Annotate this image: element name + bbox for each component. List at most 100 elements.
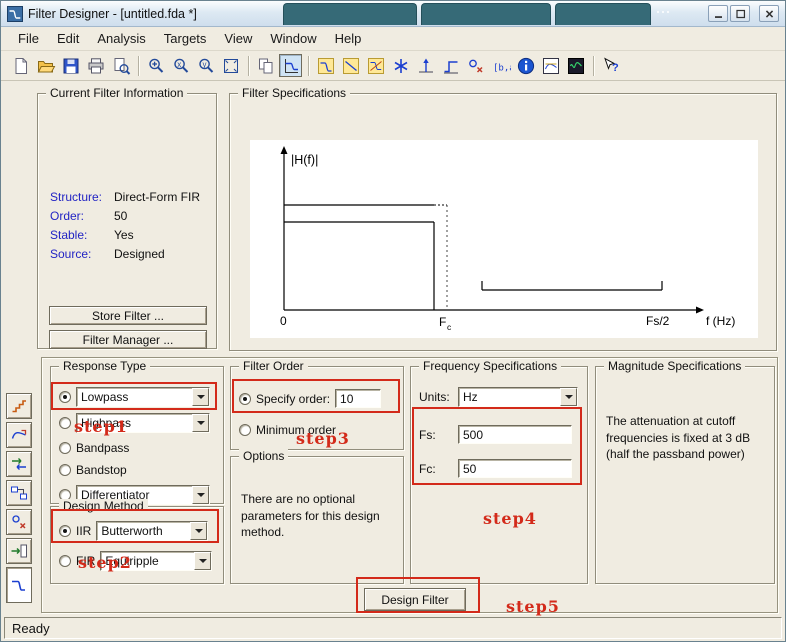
multirate-filter-button[interactable] [6, 451, 32, 477]
bandstop-radio[interactable] [59, 464, 71, 476]
set-quantization-parameters-button[interactable] [6, 393, 32, 419]
store-filter-button[interactable]: Store Filter ... [49, 306, 207, 325]
pole-zero-plot-icon[interactable] [464, 54, 487, 77]
print-preview-icon[interactable] [109, 54, 132, 77]
menu-analysis[interactable]: Analysis [88, 28, 154, 49]
magnitude-phase-response-icon[interactable] [364, 54, 387, 77]
chevron-down-icon[interactable] [560, 388, 577, 406]
iir-radio[interactable] [59, 525, 71, 537]
phase-response-icon[interactable] [339, 54, 362, 77]
zoom-y-icon[interactable]: y [194, 54, 217, 77]
order-input[interactable] [335, 389, 382, 408]
print-icon[interactable] [84, 54, 107, 77]
current-filter-info-panel: Current Filter Information Structure: Dir… [37, 86, 217, 349]
design-method-iir: IIR Butterworth [59, 521, 209, 541]
main-content: Current Filter Information Structure: Dir… [1, 81, 785, 615]
zoom-x-icon[interactable]: x [169, 54, 192, 77]
response-option-lowpass: Lowpass [59, 387, 210, 407]
panel-title: Filter Order [239, 359, 308, 373]
menu-help[interactable]: Help [326, 28, 371, 49]
combobox-value: Hz [463, 390, 478, 404]
full-view-icon[interactable] [219, 54, 242, 77]
whats-this-help-icon[interactable]: ? [599, 54, 622, 77]
chevron-down-icon[interactable] [192, 486, 209, 504]
menu-view[interactable]: View [215, 28, 261, 49]
filter-specifications-panel: Filter Specifications |H(f)| 0 F c Fs/2 … [229, 86, 777, 351]
filter-coefficients-icon[interactable]: [b,a] [489, 54, 512, 77]
menu-edit[interactable]: Edit [48, 28, 88, 49]
tick-zero: 0 [280, 314, 287, 328]
chevron-down-icon[interactable] [192, 414, 209, 432]
new-document-icon[interactable] [9, 54, 32, 77]
filter-specifications-icon[interactable] [279, 54, 302, 77]
filter-info-label: Structure: [50, 190, 103, 204]
panel-title: Filter Specifications [238, 86, 351, 100]
design-filter-button[interactable]: Design Filter [364, 588, 466, 611]
fs-input[interactable] [458, 425, 572, 444]
bandpass-radio[interactable] [59, 442, 71, 454]
combobox-value: Lowpass [81, 390, 129, 404]
tick-fc-sub: c [447, 322, 452, 332]
menu-targets[interactable]: Targets [155, 28, 216, 49]
iir-method-combobox[interactable]: Butterworth [96, 521, 209, 541]
filter-manager-button[interactable]: Filter Manager ... [49, 330, 207, 349]
close-button[interactable] [759, 5, 779, 22]
step-response-icon[interactable] [439, 54, 462, 77]
response-option-bandstop: Bandstop [59, 463, 127, 477]
background-window-tab [421, 3, 551, 25]
sptool-icon[interactable] [564, 54, 587, 77]
toolbar-separator [138, 55, 140, 76]
field-label: Units: [419, 390, 450, 404]
transform-filter-button[interactable] [6, 422, 32, 448]
design-method-fir: FIR Equiripple [59, 551, 213, 571]
chevron-down-icon[interactable] [190, 522, 208, 540]
design-filter-panel-button[interactable] [6, 567, 32, 603]
copy-icon[interactable] [254, 54, 277, 77]
magnitude-specifications-panel: Magnitude Specifications The attenuation… [595, 359, 775, 584]
panel-title: Options [239, 449, 289, 463]
lowpass-combobox[interactable]: Lowpass [76, 387, 210, 407]
group-delay-icon[interactable] [389, 54, 412, 77]
maximize-button[interactable] [730, 5, 750, 22]
zoom-in-icon[interactable] [144, 54, 167, 77]
minimize-button[interactable] [708, 5, 728, 22]
fir-radio[interactable] [59, 555, 71, 567]
import-filter-button[interactable] [6, 538, 32, 564]
impulse-response-icon[interactable] [414, 54, 437, 77]
frequency-specifications-panel: Frequency Specifications Units: Hz Fs: F… [410, 359, 588, 584]
units-combobox[interactable]: Hz [458, 387, 578, 407]
menu-file[interactable]: File [9, 28, 48, 49]
combobox-value: Equiripple [105, 554, 159, 568]
highpass-combobox[interactable]: Highpass [76, 413, 210, 433]
filter-information-icon[interactable] [514, 54, 537, 77]
options-panel: Options There are no optional parameters… [230, 449, 404, 584]
magnitude-response-icon[interactable] [314, 54, 337, 77]
save-icon[interactable] [59, 54, 82, 77]
pole-zero-editor-button[interactable] [6, 509, 32, 535]
menu-window[interactable]: Window [261, 28, 325, 49]
toolbar-separator [248, 55, 250, 76]
radio-label: Minimum order [256, 423, 337, 437]
fs-row: Fs: [419, 425, 572, 444]
lowpass-radio[interactable] [59, 391, 71, 403]
fc-input[interactable] [458, 459, 572, 478]
title-bar[interactable]: Filter Designer - [untitled.fda *] [1, 1, 785, 27]
realize-model-button[interactable] [6, 480, 32, 506]
open-file-icon[interactable] [34, 54, 57, 77]
minimum-order-radio[interactable] [239, 424, 251, 436]
overlay-analysis-icon[interactable] [539, 54, 562, 77]
chevron-down-icon[interactable] [192, 388, 209, 406]
mode-sidebar [6, 393, 34, 606]
filter-info-value: 50 [114, 209, 128, 223]
options-text: There are no optional parameters for thi… [241, 492, 380, 539]
radio-label: IIR [76, 524, 92, 538]
highpass-radio[interactable] [59, 417, 71, 429]
background-window-dots [657, 11, 659, 13]
fir-method-combobox[interactable]: Equiripple [100, 551, 213, 571]
combobox-value: Highpass [81, 416, 132, 430]
filter-order-panel: Filter Order Specify order: Minimum orde… [230, 359, 404, 450]
specify-order-radio[interactable] [239, 392, 251, 405]
chevron-down-icon[interactable] [194, 552, 212, 570]
x-axis-label: f (Hz) [706, 314, 735, 328]
status-bar: Ready [1, 615, 785, 641]
